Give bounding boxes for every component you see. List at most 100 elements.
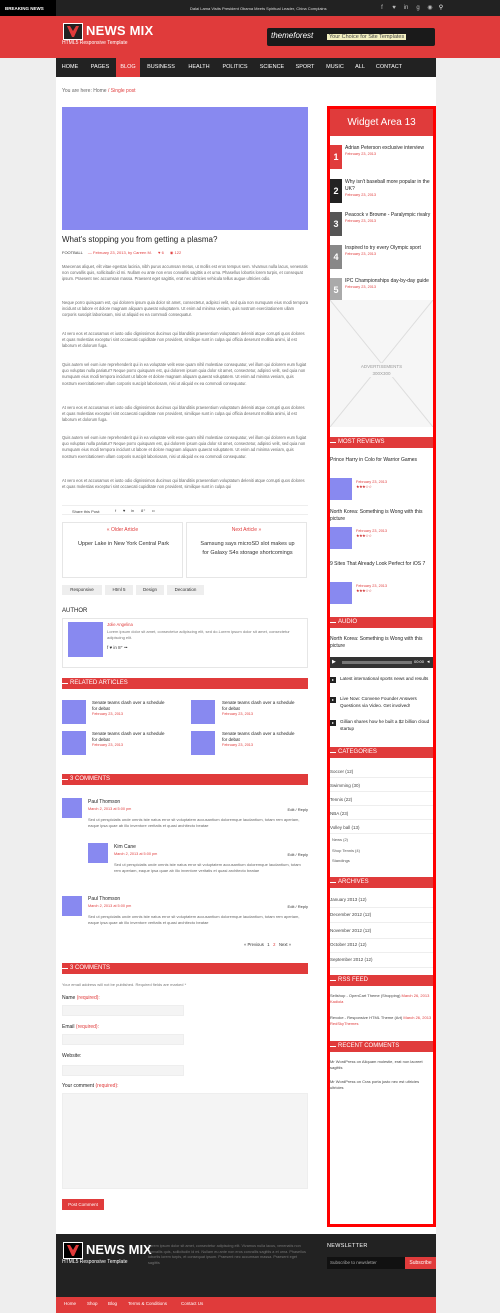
- more-share-icon[interactable]: ••: [152, 508, 155, 513]
- related-thumb[interactable]: [62, 731, 86, 755]
- linkedin-icon[interactable]: in: [402, 4, 410, 12]
- footer-logo-mark-icon[interactable]: [63, 1242, 83, 1259]
- popular-title[interactable]: IPC Championships day-by-day guide: [345, 278, 433, 285]
- archive-item[interactable]: September 2012 (12): [330, 952, 433, 968]
- footer-link-contact[interactable]: Contact Us: [181, 1301, 203, 1306]
- tag[interactable]: Design: [136, 585, 164, 595]
- facebook-share-icon[interactable]: f: [115, 508, 116, 513]
- post-category[interactable]: FOOTBALL: [62, 250, 83, 255]
- rss-icon[interactable]: ◉: [426, 4, 434, 12]
- nav-all[interactable]: ALL: [350, 58, 370, 77]
- nav-sport[interactable]: SPORT: [290, 58, 320, 77]
- footer-link-home[interactable]: Home: [64, 1301, 76, 1306]
- nav-politics[interactable]: POLITICS: [216, 58, 254, 77]
- review-title[interactable]: North Korea: Something is Wong with this…: [330, 509, 433, 523]
- popular-title[interactable]: Why isn't baseball more popular in the U…: [345, 179, 433, 193]
- category-item[interactable]: Swimming (30): [330, 779, 433, 792]
- next-article-title[interactable]: Samsung says microSD slot makes up for G…: [197, 540, 298, 558]
- googleplus-share-icon[interactable]: 8⁺: [141, 508, 145, 513]
- review-title[interactable]: Prince Harry in Colo for Warrior Games: [330, 457, 433, 464]
- breadcrumb-home[interactable]: Home: [93, 88, 106, 94]
- footer-logo-text[interactable]: NEWS MIX: [86, 1242, 152, 1257]
- volume-icon[interactable]: ◂: [427, 659, 430, 665]
- related-title[interactable]: Senate teams clash over a schedule for d…: [92, 731, 166, 743]
- footer-link-blog[interactable]: Blog: [108, 1301, 117, 1306]
- sidebar-link[interactable]: Gillian shares how he built a $2 billion…: [340, 719, 430, 732]
- related-title[interactable]: Senate teams clash over a schedule for d…: [222, 700, 296, 712]
- nav-contact[interactable]: CONTACT: [370, 58, 408, 77]
- category-item[interactable]: Volley ball (13): [330, 821, 433, 834]
- email-field[interactable]: [62, 1034, 184, 1045]
- audio-track-title[interactable]: North Korea: Something is Wong with this…: [330, 636, 433, 650]
- popular-item[interactable]: Why isn't baseball more popular in the U…: [345, 179, 433, 197]
- related-thumb[interactable]: [62, 700, 86, 724]
- facebook-icon[interactable]: f: [378, 4, 386, 12]
- subcategory-item[interactable]: News (2): [332, 837, 348, 842]
- newsletter-input[interactable]: Subscribe to newsletter: [327, 1257, 405, 1269]
- nav-business[interactable]: BUSINESS: [140, 58, 182, 77]
- archive-item[interactable]: January 2013 (12): [330, 892, 433, 908]
- review-thumb[interactable]: [330, 478, 352, 500]
- twitter-icon[interactable]: ♥: [390, 4, 398, 12]
- comment-edit-reply[interactable]: Edit / Reply: [270, 807, 308, 812]
- logo-mark-icon[interactable]: [63, 23, 83, 40]
- comment-edit-reply[interactable]: Edit / Reply: [270, 904, 308, 909]
- rss-item-title[interactable]: Revoke - Responsive HTML Theme (Art): [330, 1015, 402, 1020]
- search-icon[interactable]: ⚲: [437, 4, 445, 12]
- twitter-share-icon[interactable]: ♥: [123, 508, 125, 513]
- popular-item[interactable]: Adrian Peterson exclusive interview Febr…: [345, 145, 433, 156]
- recent-comment-item[interactable]: Mr WordPress on Cras porta justo nec est…: [330, 1079, 433, 1091]
- prev-article-label[interactable]: « Older Article: [63, 527, 182, 533]
- tag[interactable]: Decoration: [167, 585, 204, 595]
- related-thumb[interactable]: [191, 700, 215, 724]
- popular-item[interactable]: Inspired to try every Olympic sport Febr…: [345, 245, 433, 256]
- website-field[interactable]: [62, 1065, 184, 1076]
- nav-science[interactable]: SCIENCE: [254, 58, 290, 77]
- tag[interactable]: Html 5: [105, 585, 133, 595]
- rss-item[interactable]: Sellshop - OpenCart Theme (Shopping) Mar…: [330, 993, 433, 1005]
- nav-health[interactable]: HEALTH: [182, 58, 216, 77]
- category-item[interactable]: Soccer (12): [330, 765, 433, 778]
- author-name[interactable]: Jolie Angelina: [107, 622, 133, 627]
- nav-music[interactable]: MUSIC: [320, 58, 350, 77]
- nav-pages[interactable]: PAGES: [84, 58, 116, 77]
- next-article-label[interactable]: Next Article »: [187, 527, 306, 533]
- footer-link-terms[interactable]: Terms & Conditions: [128, 1301, 167, 1306]
- logo-text[interactable]: NEWS MIX: [86, 23, 153, 38]
- heart-icon[interactable]: ♥: [158, 250, 160, 255]
- sidebar-link[interactable]: Live Now: Convene Founder Answers Questi…: [340, 696, 430, 709]
- recent-comment-item[interactable]: Mr WordPress on Aliquam molestie, erat n…: [330, 1059, 433, 1071]
- related-title[interactable]: Senate teams clash over a schedule for d…: [222, 731, 296, 743]
- archive-item[interactable]: October 2012 (12): [330, 937, 433, 953]
- related-thumb[interactable]: [191, 731, 215, 755]
- pagination-prev[interactable]: « Previous: [244, 942, 264, 947]
- googleplus-icon[interactable]: g: [414, 4, 422, 12]
- post-author[interactable]: by Careen M.: [128, 250, 152, 255]
- prev-article-title[interactable]: Upper Lake in New York Central Park: [73, 540, 174, 549]
- category-item[interactable]: NBA (23): [330, 807, 433, 820]
- rss-item-title[interactable]: Sellshop - OpenCart Theme (Shopping): [330, 993, 400, 998]
- tag[interactable]: Responsive: [62, 585, 102, 595]
- subscribe-button[interactable]: Subscribe: [405, 1257, 436, 1269]
- related-title[interactable]: Senate teams clash over a schedule for d…: [92, 700, 166, 712]
- nav-blog[interactable]: BLOG: [116, 58, 140, 77]
- breaking-news-ticker[interactable]: Dalai Lama Visits President Obama Meets …: [190, 6, 327, 11]
- header-ad-banner[interactable]: themeforest Your Choice for Site Templat…: [267, 28, 435, 46]
- recent-comment-author[interactable]: Mr WordPress: [330, 1059, 355, 1064]
- popular-title[interactable]: Adrian Peterson exclusive interview: [345, 145, 433, 152]
- pagination-page-1[interactable]: 1: [267, 942, 269, 947]
- subcategory-item[interactable]: Standings: [332, 858, 350, 863]
- related-item[interactable]: Senate teams clash over a schedule for d…: [222, 731, 296, 747]
- pagination-page-2[interactable]: 2: [273, 942, 275, 947]
- related-item[interactable]: Senate teams clash over a schedule for d…: [92, 700, 166, 716]
- popular-title[interactable]: Peacock v Browne - Paralympic rivalry: [345, 212, 433, 219]
- related-item[interactable]: Senate teams clash over a schedule for d…: [222, 700, 296, 716]
- popular-item[interactable]: IPC Championships day-by-day guide Febru…: [345, 278, 433, 289]
- sidebar-link[interactable]: Latest international sports news and res…: [340, 676, 430, 683]
- author-social-icons[interactable]: f ♥ in 8⁺ ••: [107, 645, 127, 651]
- post-comment-button[interactable]: Post Comment: [62, 1199, 104, 1210]
- name-field[interactable]: [62, 1005, 184, 1016]
- pagination-next[interactable]: Next »: [279, 942, 291, 947]
- archive-item[interactable]: December 2012 (12): [330, 907, 433, 923]
- comment-textarea[interactable]: [62, 1093, 308, 1189]
